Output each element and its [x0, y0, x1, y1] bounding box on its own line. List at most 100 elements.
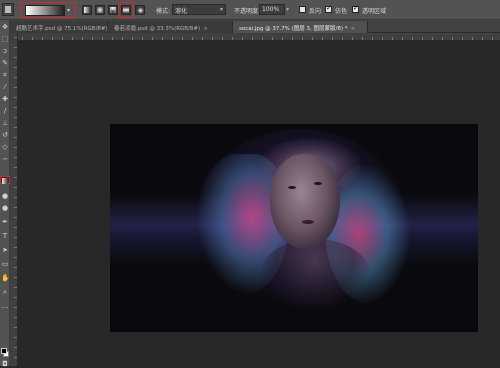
ruler-tick [14, 347, 17, 348]
ruler-tick [202, 37, 203, 40]
ruler-tick [322, 37, 323, 40]
ruler-tick [182, 37, 183, 40]
document-canvas[interactable] [110, 124, 478, 332]
opacity-input[interactable]: 100% [259, 4, 285, 15]
tab-label: 春若凌眉.psd @ 33.3%(RGB/8#) [114, 26, 201, 32]
ruler-tick [332, 37, 333, 40]
ruler-tick [14, 197, 17, 198]
marquee-tool-icon[interactable]: ⬚ [1, 35, 9, 43]
history-brush-tool-icon[interactable]: ↺ [1, 131, 9, 139]
ruler-tick [14, 37, 17, 38]
path-select-tool-icon[interactable]: ➤ [1, 246, 9, 254]
close-icon[interactable]: × [351, 26, 356, 32]
blur-tool-icon[interactable]: ● [1, 192, 9, 200]
ruler-tick [14, 147, 17, 148]
ruler-tick [372, 37, 373, 40]
right-eye [314, 182, 322, 185]
ruler-tick [62, 37, 63, 40]
lasso-tool-icon[interactable]: ↄ [1, 47, 9, 55]
ruler-tick [432, 37, 433, 40]
smudge-tool-icon[interactable]: ∽ [1, 155, 9, 163]
gradient-editor-swatch[interactable] [25, 5, 65, 16]
dodge-tool-icon[interactable]: ● [1, 204, 9, 212]
zoom-tool-icon[interactable]: ⌕ [1, 288, 9, 296]
ruler-tick [442, 37, 443, 40]
ruler-tick [14, 247, 17, 248]
eraser-tool-icon[interactable]: ◇ [1, 143, 9, 151]
ruler-tick [14, 47, 17, 48]
angle-gradient-button[interactable] [108, 5, 118, 15]
mode-label: 模式: [156, 8, 171, 15]
transparency-checkbox[interactable] [352, 4, 359, 13]
tool-preset-picker[interactable] [2, 3, 14, 16]
ruler-tick [14, 57, 17, 58]
ruler-tick [452, 37, 453, 40]
radial-gradient-button[interactable] [95, 5, 105, 15]
ruler-tick [482, 37, 483, 40]
more-tools-icon[interactable]: … [1, 302, 9, 310]
tab-document-1[interactable]: 超酷艺术字.psd @ 75.1%(RGB/8#)× [10, 21, 115, 33]
shape-tool-icon[interactable]: ▭ [1, 260, 9, 268]
ruler-tick [212, 37, 213, 40]
dither-label: 仿色 [335, 8, 348, 15]
ruler-tick [412, 37, 413, 40]
ruler-tick [352, 37, 353, 40]
ruler-tick [14, 117, 17, 118]
reverse-checkbox[interactable] [299, 6, 306, 13]
brush-tool-icon[interactable]: ∕ [1, 107, 9, 115]
ruler-tick [14, 267, 17, 268]
document-tabs: 超酷艺术字.psd @ 75.1%(RGB/8#)× 春若凌眉.psd @ 33… [10, 20, 500, 33]
ruler-tick [14, 167, 17, 168]
left-eye [288, 186, 296, 189]
ruler-tick [14, 207, 17, 208]
ruler-tick [14, 157, 17, 158]
ruler-tick [14, 307, 17, 308]
ruler-tick [42, 37, 43, 40]
ruler-tick [14, 217, 17, 218]
ruler-tick [262, 37, 263, 40]
ruler-tick [192, 37, 193, 40]
gradient-tool-icon[interactable] [0, 176, 10, 184]
mode-select[interactable]: 溶化 ▾ [172, 4, 226, 15]
crop-tool-icon[interactable]: ⌗ [1, 71, 9, 79]
foreground-color-swatch[interactable] [1, 348, 7, 354]
move-tool-icon[interactable]: ✥ [1, 23, 9, 31]
ruler-tick [292, 37, 293, 40]
clone-stamp-tool-icon[interactable]: ⊥ [1, 119, 9, 127]
ruler-tick [14, 177, 17, 178]
ruler-tick [472, 37, 473, 40]
quick-select-tool-icon[interactable]: ✎ [1, 59, 9, 67]
ruler-tick [52, 37, 53, 40]
pen-tool-icon[interactable]: ✒ [1, 218, 9, 226]
linear-gradient-button[interactable] [82, 5, 92, 15]
lips [302, 220, 314, 224]
eyedropper-tool-icon[interactable]: ⁄ [1, 83, 9, 91]
healing-brush-tool-icon[interactable]: ✚ [1, 95, 9, 103]
ruler-tick [14, 187, 17, 188]
ruler-tick [142, 37, 143, 40]
horizontal-ruler [18, 33, 500, 41]
options-bar: ▾ 模式: 溶化 ▾ 不透明度: 100% ▾ 反向 仿色 透明区域 [0, 0, 500, 20]
ruler-tick [122, 37, 123, 40]
diamond-gradient-button[interactable] [135, 5, 145, 15]
ruler-tick [14, 127, 17, 128]
ruler-tick [14, 337, 17, 338]
dither-checkbox[interactable] [325, 4, 332, 13]
tab-label: 超酷艺术字.psd @ 75.1%(RGB/8#) [16, 26, 108, 32]
reflected-gradient-button[interactable] [121, 5, 131, 15]
tab-document-2[interactable]: 春若凌眉.psd @ 33.3%(RGB/8#) × [108, 21, 233, 33]
tab-document-3[interactable]: socai.jpg @ 37.7% (图层 3, 图层蒙版/8) * × [233, 21, 368, 33]
ruler-tick [32, 37, 33, 40]
opacity-value: 100% [262, 6, 280, 13]
close-icon[interactable]: × [203, 26, 208, 32]
chevron-down-icon[interactable]: ▾ [286, 6, 289, 13]
chevron-down-icon[interactable]: ▾ [67, 7, 73, 14]
chevron-down-icon: ▾ [219, 6, 223, 13]
type-tool-icon[interactable]: T [1, 232, 9, 240]
reverse-label: 反向 [309, 8, 322, 15]
quick-mask-icon[interactable]: ◘ [1, 360, 9, 368]
hand-tool-icon[interactable]: ✋ [1, 274, 10, 282]
ruler-tick [302, 37, 303, 40]
ruler-tick [22, 37, 23, 40]
ruler-tick [312, 37, 313, 40]
